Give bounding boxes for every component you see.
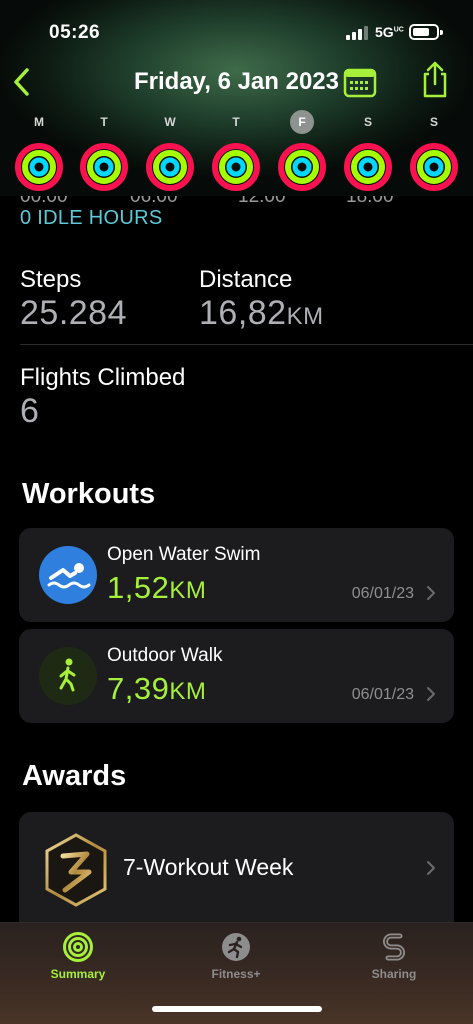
workout-card-swim[interactable]: Open Water Swim 1,52KM 06/01/23 (19, 528, 454, 622)
home-indicator[interactable] (152, 1006, 322, 1012)
status-time: 05:26 (49, 22, 101, 43)
activity-rings-icon (410, 143, 458, 191)
divider (20, 344, 473, 345)
activity-rings-icon (80, 143, 128, 191)
day-tuesday[interactable]: T (74, 110, 134, 192)
header: 05:26 5GUC Friday, 6 Jan 2023 M T W T F … (0, 0, 473, 196)
award-badge-icon (45, 833, 107, 907)
workout-distance: 7,39KM (107, 671, 207, 706)
workout-name: Outdoor Walk (107, 645, 223, 666)
page-title: Friday, 6 Jan 2023 (133, 68, 339, 95)
day-friday[interactable]: F (272, 110, 332, 192)
chevron-right-icon (427, 586, 435, 600)
status-bar: 05:26 5GUC (0, 20, 473, 46)
day-letter: T (100, 115, 108, 129)
fitness-plus-icon (222, 933, 250, 961)
battery-icon (409, 24, 443, 40)
activity-rings-icon (344, 143, 392, 191)
workout-distance: 1,52KM (107, 570, 207, 605)
day-letter: T (232, 115, 240, 129)
week-strip: M T W T F S S (0, 110, 473, 194)
activity-rings-icon (15, 143, 63, 191)
day-thursday[interactable]: T (206, 110, 266, 192)
award-name: 7-Workout Week (123, 854, 294, 880)
tab-label: Sharing (371, 967, 417, 981)
day-letter-selected: F (290, 110, 314, 134)
workout-card-walk[interactable]: Outdoor Walk 7,39KM 06/01/23 (19, 629, 454, 723)
time-tick: 18:00 (346, 196, 394, 207)
signal-icon (346, 26, 370, 40)
nav-bar: Friday, 6 Jan 2023 (0, 60, 473, 104)
activity-rings-icon (146, 143, 194, 191)
tab-fitness-plus[interactable]: Fitness+ (186, 931, 286, 981)
award-card[interactable]: 7-Workout Week (19, 812, 454, 922)
activity-rings-icon (278, 143, 326, 191)
day-letter: W (164, 115, 176, 129)
chevron-right-icon (427, 861, 435, 875)
time-tick: 12:00 (238, 196, 286, 207)
workout-date: 06/01/23 (351, 686, 414, 703)
idle-hours-label: 0 IDLE HOURS (20, 207, 163, 229)
tab-label: Fitness+ (211, 967, 261, 981)
workouts-heading: Workouts (22, 478, 156, 510)
distance-label: Distance (199, 266, 293, 293)
flights-label: Flights Climbed (20, 364, 186, 391)
tab-label: Summary (50, 967, 106, 981)
sharing-icon (383, 933, 405, 961)
day-saturday[interactable]: S (338, 110, 398, 192)
share-icon[interactable] (419, 60, 451, 100)
tab-sharing[interactable]: Sharing (344, 931, 444, 981)
flights-value: 6 (20, 392, 40, 430)
network-indicator: 5GUC (375, 24, 404, 40)
workout-name: Open Water Swim (107, 544, 261, 565)
workout-date: 06/01/23 (351, 585, 414, 602)
day-letter: S (429, 115, 438, 129)
awards-heading: Awards (22, 760, 127, 792)
activity-rings-icon (212, 143, 260, 191)
day-sunday[interactable]: S (404, 110, 464, 192)
activity-rings-icon (63, 932, 93, 962)
day-letter: M (34, 115, 44, 129)
summary-scroll-content[interactable]: 00:00 06:00 12:00 18:00 0 IDLE HOURS Ste… (0, 196, 473, 922)
day-wednesday[interactable]: W (140, 110, 200, 192)
tab-summary[interactable]: Summary (28, 931, 128, 981)
distance-value: 16,82KM (199, 294, 324, 332)
steps-value: 25.284 (20, 294, 127, 332)
day-letter: S (363, 115, 372, 129)
day-monday[interactable]: M (9, 110, 69, 192)
steps-label: Steps (20, 266, 82, 293)
swimmer-icon (39, 546, 97, 604)
walker-icon (39, 647, 97, 705)
calendar-icon[interactable] (343, 66, 377, 98)
chevron-right-icon (427, 687, 435, 701)
